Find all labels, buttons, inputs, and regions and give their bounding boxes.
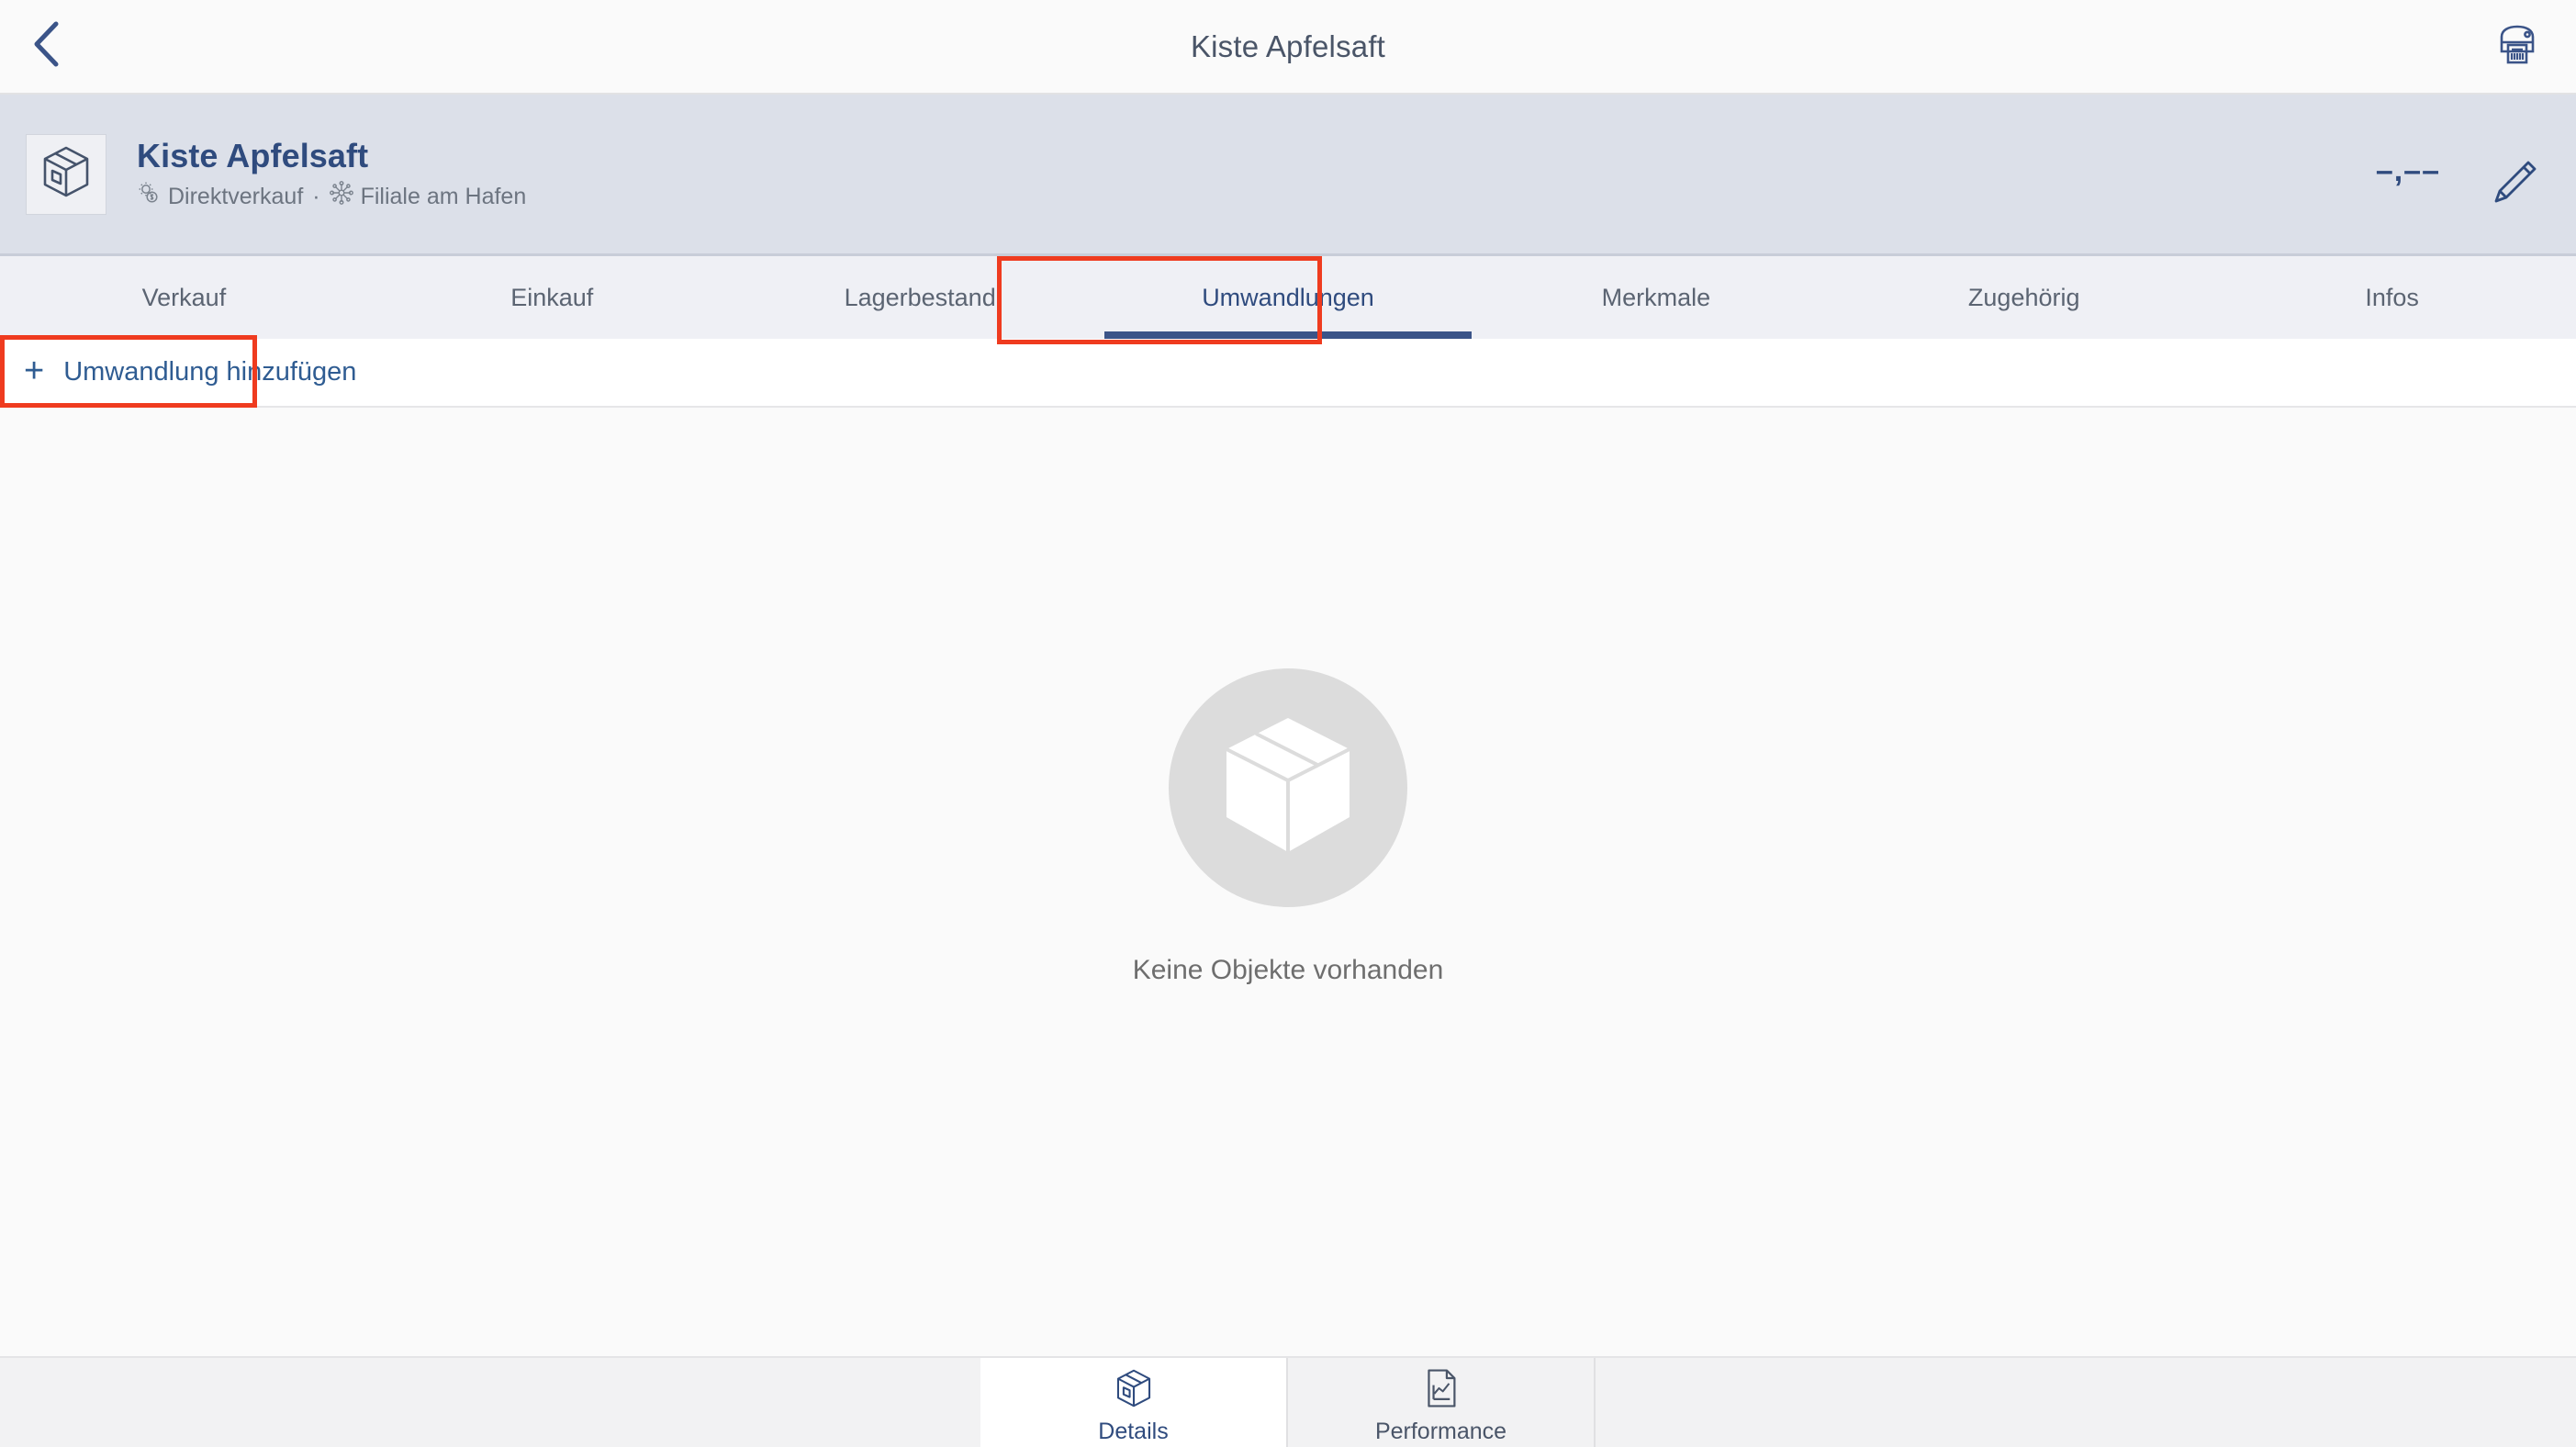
- tab-label: Einkauf: [510, 283, 594, 311]
- bottom-nav-label: Performance: [1374, 1419, 1507, 1444]
- empty-state-illustration: [1169, 667, 1407, 907]
- tab-label: Lagerbestand: [844, 283, 996, 311]
- bottom-nav: Details Performance: [0, 1356, 2576, 1447]
- box-icon: [41, 145, 91, 203]
- label-printer-icon: [2492, 22, 2542, 71]
- object-subtitle-part-2: Filiale am Hafen: [360, 183, 527, 209]
- object-header: Kiste Apfelsaft Direktverkauf · Filiale …: [0, 95, 2576, 253]
- tab-lagerbestand[interactable]: Lagerbestand: [736, 256, 1104, 339]
- object-title: Kiste Apfelsaft: [137, 136, 369, 174]
- chart-document-icon: [1424, 1368, 1459, 1413]
- object-thumbnail: [26, 133, 106, 215]
- print-label-button[interactable]: [2484, 14, 2550, 80]
- pencil-icon: [2491, 157, 2540, 211]
- content-toolbar: + Umwandlung hinzufügen: [0, 335, 2576, 408]
- edit-button[interactable]: [2482, 151, 2548, 218]
- tab-label: Zugehörig: [1967, 283, 2080, 311]
- object-subtitle-separator: ·: [312, 183, 320, 209]
- bottom-nav-label: Details: [1098, 1419, 1169, 1444]
- tab-bar: Verkauf Einkauf Lagerbestand Umwandlunge…: [0, 253, 2576, 344]
- tab-infos[interactable]: Infos: [2208, 256, 2576, 339]
- empty-state-message: Keine Objekte vorhanden: [1132, 954, 1444, 985]
- tab-zugehoerig[interactable]: Zugehörig: [1840, 256, 2208, 339]
- object-subtitle-part-1: Direktverkauf: [168, 183, 304, 209]
- content-area: Keine Objekte vorhanden: [0, 408, 2576, 1356]
- box-icon: [1115, 1368, 1152, 1413]
- box-3d-icon: [1219, 712, 1357, 862]
- bottom-nav-item-performance[interactable]: Performance: [1288, 1358, 1596, 1447]
- tab-label: Verkauf: [141, 283, 227, 311]
- object-header-right: –,––: [2376, 131, 2548, 218]
- add-conversion-button[interactable]: + Umwandlung hinzufügen: [0, 339, 380, 406]
- network-hub-icon: [329, 181, 353, 211]
- object-header-texts: Kiste Apfelsaft Direktverkauf · Filiale …: [137, 137, 526, 211]
- tab-label: Merkmale: [1601, 283, 1711, 311]
- object-subtitle: Direktverkauf · Filiale am Hafen: [137, 181, 526, 211]
- tab-umwandlungen[interactable]: Umwandlungen: [1103, 256, 1473, 339]
- bottom-nav-item-details[interactable]: Details: [980, 1358, 1288, 1447]
- price-gear-icon: [137, 181, 161, 211]
- plus-icon: +: [24, 352, 45, 390]
- add-conversion-label: Umwandlung hinzufügen: [63, 357, 357, 387]
- tab-label: Umwandlungen: [1202, 283, 1374, 311]
- tab-einkauf[interactable]: Einkauf: [368, 256, 736, 339]
- top-bar: Kiste Apfelsaft: [0, 0, 2576, 95]
- tab-merkmale[interactable]: Merkmale: [1472, 256, 1840, 339]
- tab-verkauf[interactable]: Verkauf: [0, 256, 368, 339]
- page-title: Kiste Apfelsaft: [1190, 28, 1386, 63]
- tab-label: Infos: [2365, 283, 2419, 311]
- object-price: –,––: [2375, 152, 2440, 188]
